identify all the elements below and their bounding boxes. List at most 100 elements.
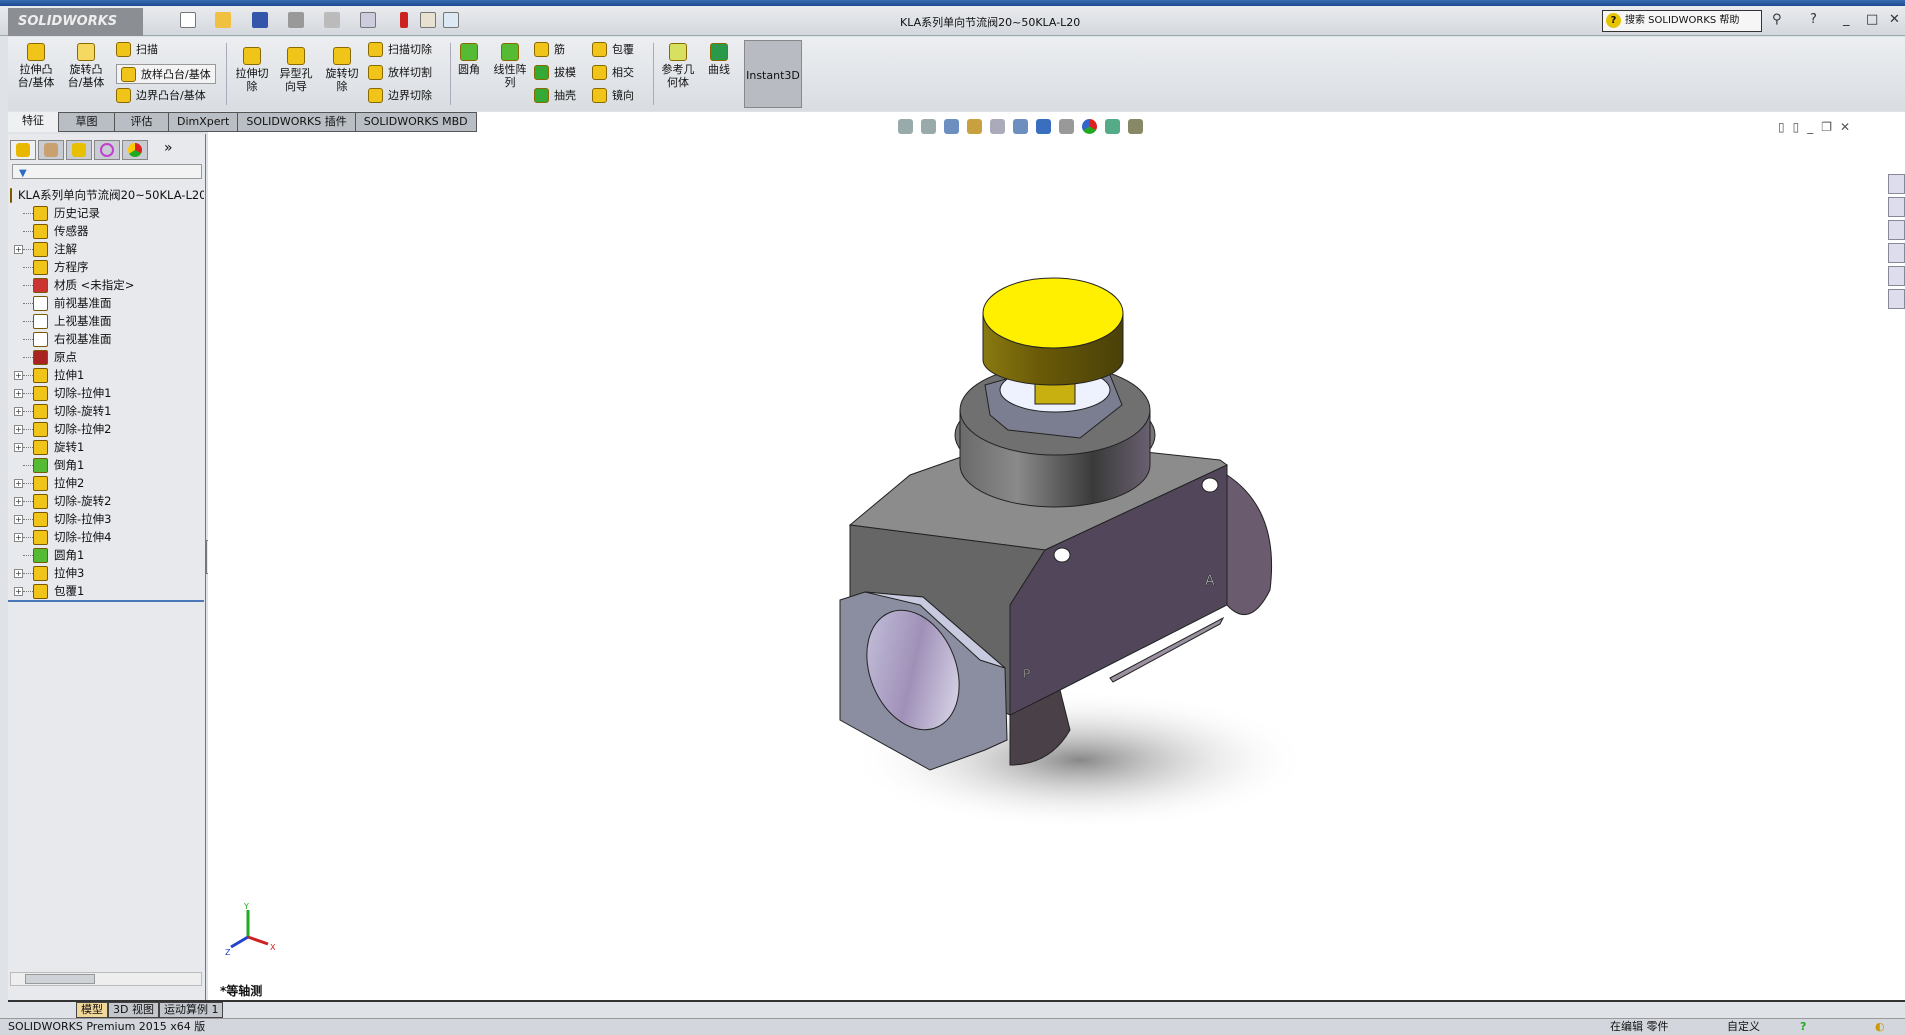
tree-item[interactable]: + 旋转1 [8, 438, 204, 456]
close-button[interactable]: ✕ [1889, 12, 1900, 27]
hide-show-items-icon[interactable] [1059, 119, 1074, 134]
file-explorer-icon[interactable] [1888, 220, 1905, 240]
tree-item[interactable]: + 切除-拉伸3 [8, 510, 204, 528]
dynamic-annotation-icon[interactable] [990, 119, 1005, 134]
tab-sketch[interactable]: 草图 [58, 112, 115, 132]
linear-pattern-button[interactable]: 线性阵 列 [490, 43, 530, 89]
expand-toggle[interactable]: + [14, 568, 23, 578]
revolve-cut-button[interactable]: 旋转切 除 [322, 47, 362, 93]
new-document-icon[interactable] [180, 12, 196, 28]
expand-toggle[interactable]: + [14, 532, 23, 542]
tree-item[interactable]: 方程序 [8, 258, 204, 276]
expand-toggle[interactable]: + [14, 514, 23, 524]
tab-addins[interactable]: SOLIDWORKS 插件 [238, 112, 356, 132]
tree-item[interactable]: 历史记录 [8, 204, 204, 222]
shell-button[interactable]: 抽壳 [534, 87, 576, 103]
units-selector[interactable]: 自定义 [1727, 1019, 1760, 1035]
tree-item[interactable]: + 切除-旋转2 [8, 492, 204, 510]
display-style-icon[interactable] [1036, 119, 1051, 134]
valve-3d-model[interactable]: A P [780, 260, 1340, 900]
view-orientation-icon[interactable] [1013, 119, 1028, 134]
tree-item[interactable]: 传感器 [8, 222, 204, 240]
tree-item[interactable]: + 拉伸1 [8, 366, 204, 384]
tab-evaluate[interactable]: 评估 [115, 112, 169, 132]
expand-toggle[interactable]: + [14, 496, 23, 506]
help-menu-icon[interactable]: ? [1810, 12, 1817, 27]
undo-icon[interactable] [324, 12, 340, 28]
wrap-button[interactable]: 包覆 [592, 41, 634, 57]
dimxpert-manager-tab[interactable] [94, 140, 120, 160]
solidworks-resources-icon[interactable] [1888, 174, 1905, 194]
tree-item[interactable]: + 切除-拉伸1 [8, 384, 204, 402]
hole-wizard-button[interactable]: 异型孔 向导 [276, 47, 316, 93]
expand-toggle[interactable]: + [14, 388, 23, 398]
boundary-cut-button[interactable]: 边界切除 [368, 87, 432, 103]
quick-tips-icon[interactable]: ? [1800, 1019, 1806, 1035]
expand-toggle[interactable]: + [14, 406, 23, 416]
tree-item[interactable]: + 拉伸2 [8, 474, 204, 492]
lofted-cut-button[interactable]: 放样切割 [368, 64, 432, 80]
tree-item[interactable]: + 切除-拉伸2 [8, 420, 204, 438]
expand-toggle[interactable]: + [14, 586, 23, 596]
expand-toggle[interactable]: + [14, 424, 23, 434]
expand-panel-icon[interactable]: » [164, 140, 173, 160]
loft-boss-button[interactable]: 放样凸台/基体 [116, 64, 216, 84]
tree-item[interactable]: 圆角1 [8, 546, 204, 564]
tree-item[interactable]: + 包覆1 [8, 582, 204, 600]
tree-item[interactable]: 右视基准面 [8, 330, 204, 348]
print-icon[interactable] [288, 12, 304, 28]
intersect-button[interactable]: 相交 [592, 64, 634, 80]
tree-filter-input[interactable]: ▼ [12, 164, 202, 179]
sweep-button[interactable]: 扫描 [116, 41, 158, 57]
solidworks-logo[interactable]: SOLIDWORKS [8, 8, 143, 36]
minimize-button[interactable]: _ [1843, 12, 1850, 27]
custom-properties-icon[interactable] [1888, 289, 1905, 309]
extrude-cut-button[interactable]: 拉伸切 除 [232, 47, 272, 93]
zoom-to-area-icon[interactable] [921, 119, 936, 134]
edit-appearance-icon[interactable] [1082, 119, 1097, 134]
configuration-manager-tab[interactable] [66, 140, 92, 160]
curves-button[interactable]: 曲线 [704, 43, 734, 76]
viewport-window-controls[interactable]: ▯▯_❐✕ [1778, 120, 1858, 134]
tree-item[interactable]: + 注解 [8, 240, 204, 258]
section-view-icon[interactable] [967, 119, 982, 134]
property-manager-tab[interactable] [38, 140, 64, 160]
scrollbar-thumb[interactable] [25, 974, 95, 984]
graphics-area[interactable]: ▯▯_❐✕ A P Y X Z *等轴测 [208, 112, 1905, 1000]
boundary-boss-button[interactable]: 边界凸台/基体 [116, 87, 206, 103]
revolve-boss-button[interactable]: 旋转凸 台/基体 [66, 43, 106, 89]
options-icon[interactable] [443, 12, 459, 28]
view-palette-icon[interactable] [1888, 243, 1905, 263]
draft-button[interactable]: 拔模 [534, 64, 576, 80]
feature-tree-tab[interactable] [10, 140, 36, 160]
previous-view-icon[interactable] [944, 119, 959, 134]
design-library-icon[interactable] [1888, 197, 1905, 217]
tree-item[interactable]: 材质 <未指定> [8, 276, 204, 294]
swept-cut-button[interactable]: 扫描切除 [368, 41, 432, 57]
tree-item[interactable]: + 切除-拉伸4 [8, 528, 204, 546]
instant3d-button[interactable]: Instant3D [744, 40, 802, 108]
tree-item[interactable]: 原点 [8, 348, 204, 366]
expand-toggle[interactable]: + [14, 442, 23, 452]
tab-mbd[interactable]: SOLIDWORKS MBD [355, 112, 477, 132]
tree-item[interactable]: 前视基准面 [8, 294, 204, 312]
tree-root[interactable]: KLA系列单向节流阀20~50KLA-L20 [8, 186, 204, 204]
fillet-button[interactable]: 圆角 [454, 43, 484, 76]
tab-model[interactable]: 模型 [76, 1002, 108, 1018]
maximize-button[interactable]: □ [1866, 12, 1878, 27]
file-properties-icon[interactable] [420, 12, 436, 28]
tree-item[interactable]: 倒角1 [8, 456, 204, 474]
tab-dimxpert[interactable]: DimXpert [169, 112, 239, 132]
select-cursor-icon[interactable] [360, 12, 376, 28]
mirror-button[interactable]: 镜向 [592, 87, 634, 103]
extrude-boss-button[interactable]: 拉伸凸 台/基体 [16, 43, 56, 89]
tree-item[interactable]: + 切除-旋转1 [8, 402, 204, 420]
panel-horizontal-scrollbar[interactable] [10, 972, 202, 986]
appearances-icon[interactable] [1888, 266, 1905, 286]
view-settings-icon[interactable] [1128, 119, 1143, 134]
expand-toggle[interactable]: + [14, 370, 23, 380]
rebuild-icon[interactable] [400, 12, 408, 28]
expand-toggle[interactable]: + [14, 244, 23, 254]
apply-scene-icon[interactable] [1105, 119, 1120, 134]
tab-motion-study[interactable]: 运动算例 1 [158, 1002, 224, 1018]
